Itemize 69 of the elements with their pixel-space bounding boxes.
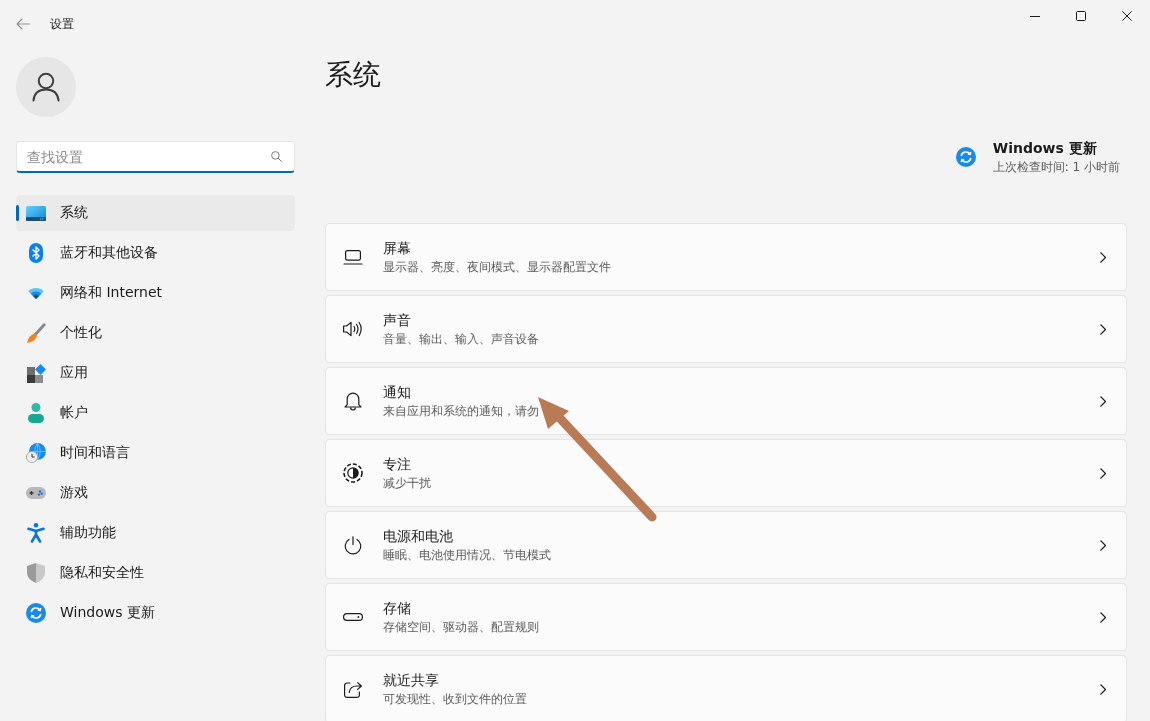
sidebar-item[interactable]: 个性化 bbox=[16, 315, 295, 351]
sidebar-item[interactable]: 系统 bbox=[16, 195, 295, 231]
settings-card[interactable]: 电源和电池 睡眠、电池使用情况、节电模式 bbox=[325, 511, 1127, 579]
shield-icon bbox=[27, 563, 45, 583]
wifi-icon bbox=[26, 287, 46, 299]
sidebar-item[interactable]: 应用 bbox=[16, 355, 295, 391]
card-description: 睡眠、电池使用情况、节电模式 bbox=[383, 547, 551, 563]
update-subtitle: 上次检查时间: 1 小时前 bbox=[992, 159, 1120, 176]
apps-grid-icon bbox=[26, 363, 46, 383]
refresh-icon bbox=[955, 147, 976, 167]
settings-card[interactable]: 存储 存储空间、驱动器、配置规则 bbox=[325, 583, 1127, 651]
card-description: 可发现性、收到文件的位置 bbox=[383, 691, 527, 707]
back-arrow-icon bbox=[16, 18, 30, 30]
chevron-icon bbox=[1100, 323, 1106, 335]
card-description: 存储空间、驱动器、配置规则 bbox=[383, 619, 539, 635]
avatar-icon bbox=[16, 57, 76, 117]
power-icon bbox=[344, 535, 362, 555]
monitor-icon bbox=[26, 205, 46, 221]
sidebar-item[interactable]: 网络和 Internet bbox=[16, 275, 295, 311]
card-title: 声音 bbox=[383, 311, 412, 330]
chevron-icon bbox=[1100, 251, 1106, 263]
card-description: 减少干扰 bbox=[383, 475, 431, 491]
settings-card[interactable]: 通知 来自应用和系统的通知，请勿 bbox=[325, 367, 1127, 435]
person-icon bbox=[28, 403, 44, 423]
refresh-icon bbox=[26, 603, 46, 623]
bluetooth-icon bbox=[29, 243, 43, 263]
chevron-icon bbox=[1100, 611, 1106, 623]
sidebar-item[interactable]: 时间和语言 bbox=[16, 435, 295, 471]
chevron-icon bbox=[1100, 539, 1106, 551]
settings-card[interactable]: 就近共享 可发现性、收到文件的位置 bbox=[325, 655, 1127, 721]
globe-clock-icon bbox=[26, 443, 46, 463]
sidebar-item[interactable]: 辅助功能 bbox=[16, 515, 295, 551]
settings-card[interactable]: 声音 音量、输出、输入、声音设备 bbox=[325, 295, 1127, 363]
minimize-icon bbox=[1030, 15, 1040, 17]
close-icon bbox=[1122, 11, 1132, 21]
search-icon bbox=[271, 151, 282, 162]
card-description: 显示器、亮度、夜间模式、显示器配置文件 bbox=[383, 259, 611, 275]
card-description: 音量、输出、输入、声音设备 bbox=[383, 331, 539, 347]
maximize-icon bbox=[1076, 11, 1086, 21]
bell-icon bbox=[344, 391, 362, 411]
storage-drive-icon bbox=[343, 613, 363, 621]
speaker-icon bbox=[343, 321, 363, 337]
sidebar-item[interactable]: 蓝牙和其他设备 bbox=[16, 235, 295, 271]
chevron-icon bbox=[1100, 395, 1106, 407]
sidebar-item[interactable]: Windows 更新 bbox=[16, 595, 295, 631]
card-title: 专注 bbox=[383, 455, 412, 474]
settings-card[interactable]: 屏幕 显示器、亮度、夜间模式、显示器配置文件 bbox=[325, 223, 1127, 291]
page-title: 系统 bbox=[325, 57, 381, 93]
paintbrush-icon bbox=[26, 323, 46, 343]
laptop-icon bbox=[343, 249, 363, 265]
chevron-icon bbox=[1100, 467, 1106, 479]
settings-card[interactable]: 专注 减少干扰 bbox=[325, 439, 1127, 507]
update-title[interactable]: Windows 更新 bbox=[992, 138, 1120, 158]
card-title: 通知 bbox=[383, 383, 412, 402]
search-field[interactable]: 查找设置 bbox=[16, 141, 295, 173]
sidebar-item[interactable]: 隐私和安全性 bbox=[16, 555, 295, 591]
window-title: 设置 bbox=[50, 16, 74, 32]
chevron-icon bbox=[1100, 683, 1106, 695]
sidebar-item[interactable]: 游戏 bbox=[16, 475, 295, 511]
gamepad-icon bbox=[26, 487, 46, 499]
card-title: 电源和电池 bbox=[383, 527, 454, 546]
card-description: 来自应用和系统的通知，请勿 bbox=[383, 403, 539, 419]
sidebar-item[interactable]: 帐户 bbox=[16, 395, 295, 431]
card-title: 屏幕 bbox=[383, 239, 412, 258]
card-title: 存储 bbox=[383, 599, 412, 618]
focus-icon bbox=[343, 463, 363, 483]
share-icon bbox=[343, 680, 363, 698]
accessibility-icon bbox=[27, 523, 45, 543]
card-title: 就近共享 bbox=[383, 671, 440, 690]
